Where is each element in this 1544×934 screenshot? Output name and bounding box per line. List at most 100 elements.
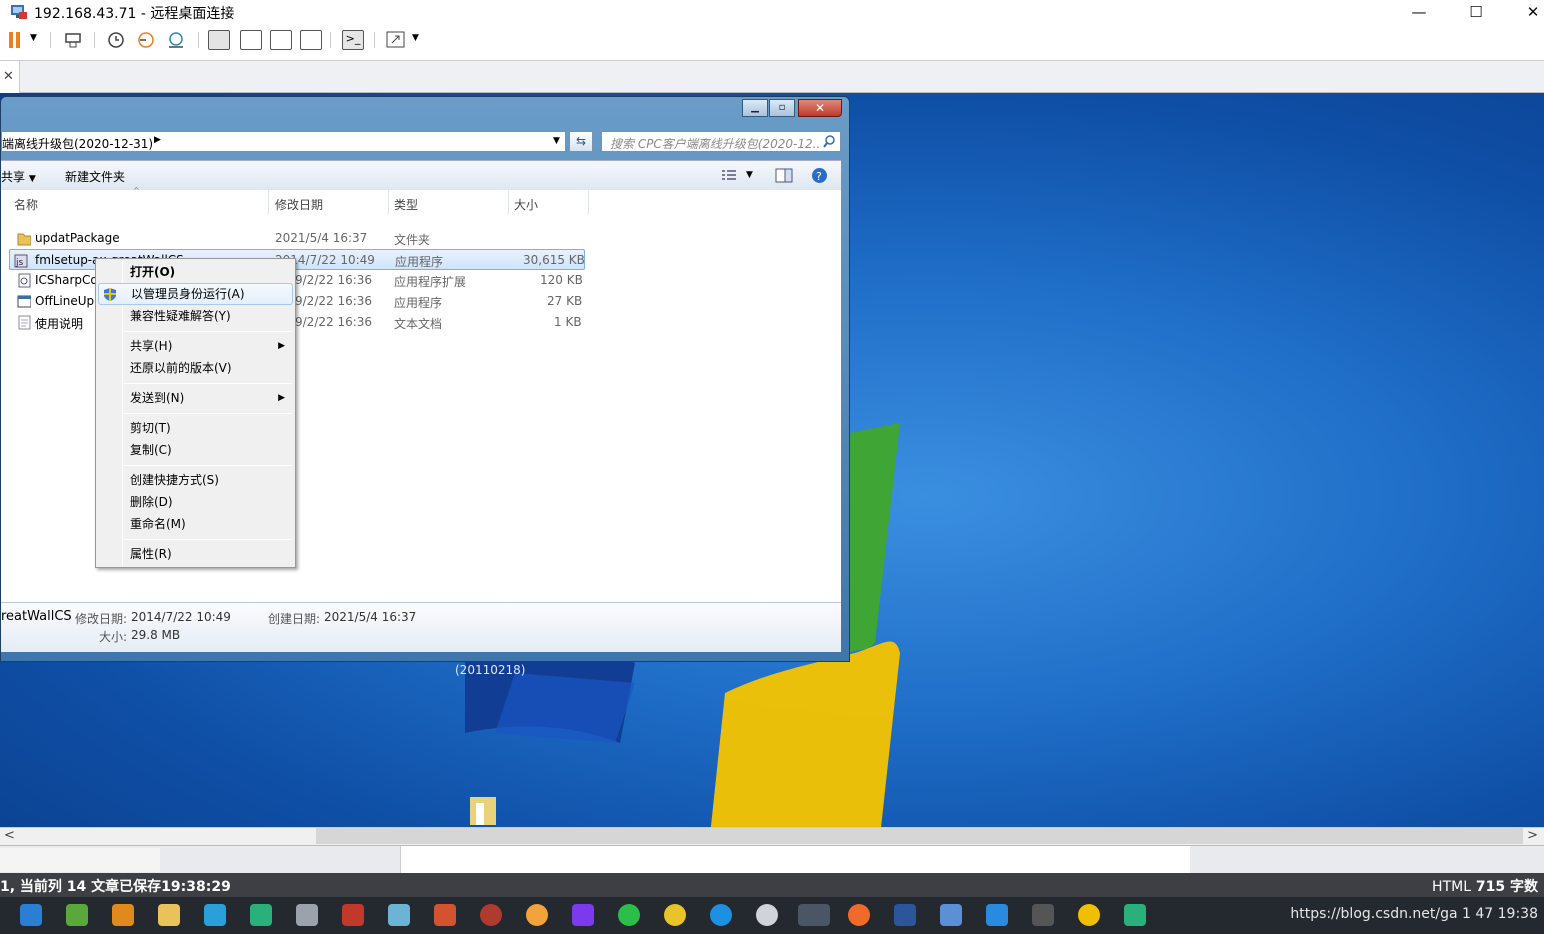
network-app-icon[interactable]	[940, 904, 962, 926]
menu-share-label: 共享(H)	[130, 339, 173, 353]
pause-dropdown-icon[interactable]: ▼	[30, 33, 37, 43]
menu-copy[interactable]: 复制(C)	[98, 439, 293, 461]
share-menu[interactable]: 共享 ▼	[1, 168, 36, 185]
host-toolbar-icons[interactable]	[0, 848, 160, 872]
close-button[interactable]: ✕	[1510, 0, 1544, 24]
send-keys-icon[interactable]	[64, 31, 84, 49]
wps-icon[interactable]	[986, 904, 1008, 926]
calculator-icon[interactable]	[296, 904, 318, 926]
maps-app-icon[interactable]	[250, 904, 272, 926]
intellij-icon[interactable]	[572, 904, 594, 926]
puzzle-app-icon[interactable]	[1124, 904, 1146, 926]
submenu-arrow-icon: ▶	[278, 393, 285, 403]
scroll-right-icon[interactable]: >	[1527, 828, 1538, 843]
submenu-arrow-icon: ▶	[278, 341, 285, 351]
chat-app-icon[interactable]	[756, 904, 778, 926]
search-input[interactable]: 搜索 CPC客户端离线升级包(2020-12...	[601, 131, 841, 152]
details-created-label: 创建日期:	[268, 612, 321, 626]
help-icon[interactable]: ?	[811, 167, 828, 184]
preview-pane-icon[interactable]	[775, 168, 793, 183]
explorer-maximize-button[interactable]: ▫	[769, 99, 795, 117]
menu-create-shortcut[interactable]: 创建快捷方式(S)	[98, 469, 293, 491]
tab-strip: ✕	[0, 60, 1544, 93]
folder-desktop-icon[interactable]	[466, 791, 502, 827]
menu-properties[interactable]: 属性(R)	[98, 543, 293, 565]
vscode-icon[interactable]	[20, 904, 42, 926]
menu-send-to[interactable]: 发送到(N) ▶	[98, 387, 293, 409]
menu-rename[interactable]: 重命名(M)	[98, 513, 293, 535]
menu-compat-troubleshoot[interactable]: 兼容性疑难解答(Y)	[98, 305, 293, 327]
title-bar: 192.168.43.71 - 远程桌面连接 — ☐ ✕	[0, 0, 1544, 24]
photo-app-icon[interactable]	[526, 904, 548, 926]
col-name-header[interactable]: 名称	[14, 196, 38, 213]
menu-open[interactable]: 打开(O)	[98, 261, 293, 283]
menu-share[interactable]: 共享(H) ▶	[98, 335, 293, 357]
build-text: (20110218)	[455, 663, 526, 677]
explorer-minimize-button[interactable]: ▁	[742, 99, 768, 117]
stretch-dropdown-icon[interactable]: ▼	[412, 33, 419, 43]
security-app-icon[interactable]	[1078, 904, 1100, 926]
file-modified: 9/2/22 16:36	[295, 315, 373, 329]
view-window-icon[interactable]	[300, 30, 322, 50]
maximize-button[interactable]: ☐	[1453, 0, 1499, 24]
postman-icon[interactable]	[848, 904, 870, 926]
view-full-icon[interactable]	[208, 30, 230, 50]
wechat-icon[interactable]	[618, 904, 640, 926]
col-size-header[interactable]: 大小	[514, 196, 538, 213]
browser-app-icon[interactable]	[480, 904, 502, 926]
menu-restore-previous[interactable]: 还原以前的版本(V)	[98, 357, 293, 379]
menu-cut[interactable]: 剪切(T)	[98, 417, 293, 439]
col-type-header[interactable]: 类型	[394, 196, 418, 213]
explorer-close-button[interactable]: ✕	[798, 99, 842, 117]
file-name: OffLineUp	[35, 294, 95, 308]
details-size-label: 大小:	[99, 630, 128, 644]
horizontal-scroll-thumb[interactable]	[316, 828, 1523, 844]
file-row[interactable]: updatPackage 2021/5/4 16:37 文件夹	[1, 228, 841, 249]
file-modified: 9/2/22 16:36	[295, 294, 373, 308]
view-dropdown-icon[interactable]: ▼	[746, 170, 753, 180]
file-size: 1 KB	[554, 315, 582, 329]
scroll-left-icon[interactable]: <	[4, 828, 15, 843]
details-modified-label: 修改日期:	[75, 612, 128, 626]
console-icon[interactable]: >_	[342, 30, 364, 50]
file-type: 应用程序	[395, 255, 444, 269]
stretch-icon[interactable]	[386, 31, 406, 49]
view-options-icon[interactable]	[721, 169, 737, 181]
breadcrumb-arrow-icon[interactable]: ▶	[154, 135, 161, 145]
file-size: 27 KB	[547, 294, 583, 308]
rdp-toolbar: ▼ >_ ▼	[0, 24, 1544, 56]
remote-desktop-task-icon[interactable]	[798, 904, 830, 926]
file-name: 使用说明	[35, 317, 84, 331]
settings-gear-icon[interactable]	[1032, 904, 1054, 926]
folder-icon	[17, 233, 31, 246]
setup-exe-icon: js	[14, 254, 28, 268]
snapshot-manager-icon[interactable]	[166, 30, 186, 50]
powerpoint-icon[interactable]	[434, 904, 456, 926]
notepad-icon[interactable]	[388, 904, 410, 926]
tab-close-icon[interactable]: ✕	[3, 69, 14, 84]
webstorm-icon[interactable]	[204, 904, 226, 926]
menu-delete[interactable]: 删除(D)	[98, 491, 293, 513]
address-dropdown-icon[interactable]: ▼	[553, 136, 560, 146]
filezilla-icon[interactable]	[342, 904, 364, 926]
snapshot-icon[interactable]	[106, 30, 126, 50]
sublime-icon[interactable]	[112, 904, 134, 926]
file-name: ICSharpCo	[35, 273, 98, 287]
revert-icon[interactable]	[136, 30, 156, 50]
refresh-button[interactable]: ⇆	[569, 131, 593, 152]
address-bar[interactable]: 端离线升级包(2020-12-31) ▶ ▼	[1, 131, 566, 152]
ie-icon[interactable]	[710, 904, 732, 926]
menu-run-as-admin[interactable]: 以管理员身份运行(A)	[98, 283, 293, 305]
chrome-icon[interactable]	[664, 904, 686, 926]
search-icon[interactable]	[823, 135, 836, 148]
col-modified-header[interactable]: 修改日期	[275, 196, 323, 213]
spreadsheet-app-icon[interactable]	[66, 904, 88, 926]
minimize-button[interactable]: —	[1396, 0, 1442, 24]
system-tray[interactable]: https://blog.csdn.net/ga 1 47 19:38	[1290, 906, 1538, 922]
view-fit-icon[interactable]	[270, 30, 292, 50]
pause-icon[interactable]	[8, 32, 22, 48]
word-icon[interactable]	[894, 904, 916, 926]
file-explorer-icon[interactable]	[158, 904, 180, 926]
new-folder-button[interactable]: 新建文件夹	[65, 168, 125, 185]
view-split-icon[interactable]	[240, 30, 262, 50]
